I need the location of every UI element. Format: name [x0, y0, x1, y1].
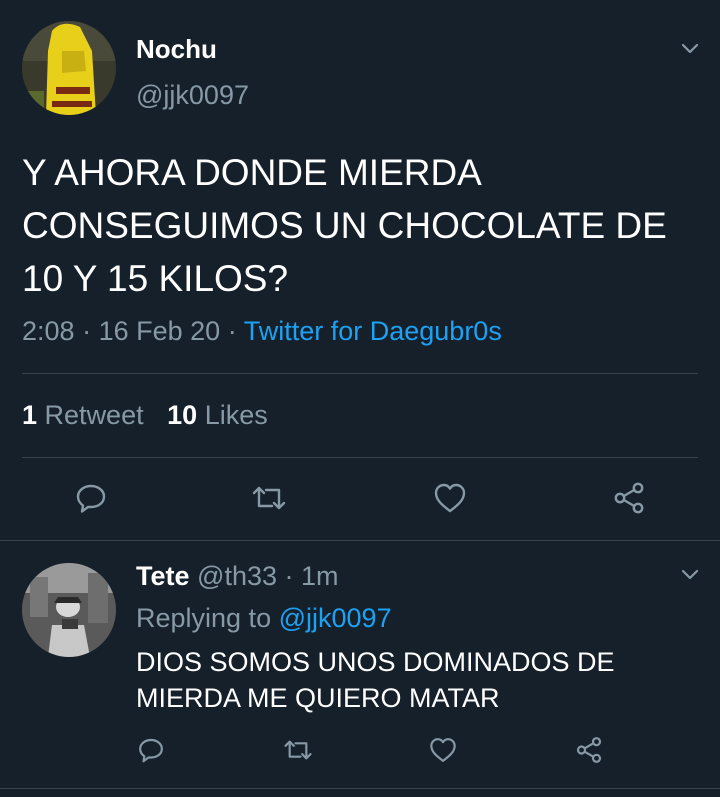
author-avatar[interactable]: [22, 21, 116, 115]
meta-separator: ·: [284, 561, 294, 591]
reply-author-handle[interactable]: @th33: [197, 561, 277, 591]
replying-to: Replying to @jjk0097: [136, 603, 392, 634]
retweet-icon[interactable]: [250, 480, 288, 516]
retweet-count: 1: [22, 400, 38, 430]
replying-handle[interactable]: @jjk0097: [279, 603, 392, 633]
reply-icon[interactable]: [73, 480, 109, 516]
author-handle[interactable]: @jjk0097: [136, 80, 249, 111]
like-label: Likes: [204, 400, 268, 430]
reply-author-name[interactable]: Tete: [136, 561, 190, 591]
chevron-down-icon[interactable]: [678, 562, 702, 586]
reply-author-avatar[interactable]: [22, 563, 116, 657]
reply-text-line: MIERDA ME QUIERO MATAR: [136, 683, 500, 713]
like-stat[interactable]: 10 Likes: [167, 400, 268, 430]
retweet-icon[interactable]: [282, 735, 314, 765]
tweet-text-line: Y AHORA DONDE MIERDA: [22, 152, 482, 193]
tweet-stats: 1 Retweet 10 Likes: [22, 400, 268, 431]
reply-header: Tete @th33 · 1m: [136, 561, 339, 592]
author-name[interactable]: Nochu: [136, 34, 217, 65]
divider: [0, 540, 720, 541]
divider: [22, 457, 698, 458]
heart-icon[interactable]: [432, 480, 468, 516]
reply-text: DIOS SOMOS UNOS DOMINADOS DE MIERDA ME Q…: [136, 644, 615, 716]
reply-time[interactable]: 1m: [301, 561, 339, 591]
tweet-text: Y AHORA DONDE MIERDA CONSEGUIMOS UN CHOC…: [22, 146, 667, 305]
divider: [0, 788, 720, 789]
tweet-source[interactable]: Twitter for Daegubr0s: [244, 316, 502, 346]
replying-prefix: Replying to: [136, 603, 272, 633]
reply-icon[interactable]: [136, 735, 166, 765]
tweet-time: 2:08: [22, 316, 75, 346]
meta-separator: ·: [82, 316, 92, 346]
chevron-down-icon[interactable]: [678, 36, 702, 60]
tweet-text-line: 10 Y 15 KILOS?: [22, 258, 289, 299]
share-icon[interactable]: [611, 480, 647, 516]
reply-text-line: DIOS SOMOS UNOS DOMINADOS DE: [136, 647, 615, 677]
like-count: 10: [167, 400, 198, 430]
share-icon[interactable]: [574, 735, 604, 765]
retweet-stat[interactable]: 1 Retweet: [22, 400, 151, 430]
meta-separator: ·: [227, 316, 237, 346]
tweet-text-line: CONSEGUIMOS UN CHOCOLATE DE: [22, 205, 667, 246]
heart-icon[interactable]: [428, 735, 458, 765]
tweet-meta: 2:08 · 16 Feb 20 · Twitter for Daegubr0s: [22, 316, 502, 347]
tweet-date[interactable]: 16 Feb 20: [99, 316, 221, 346]
retweet-label: Retweet: [44, 400, 144, 430]
divider: [22, 373, 698, 374]
